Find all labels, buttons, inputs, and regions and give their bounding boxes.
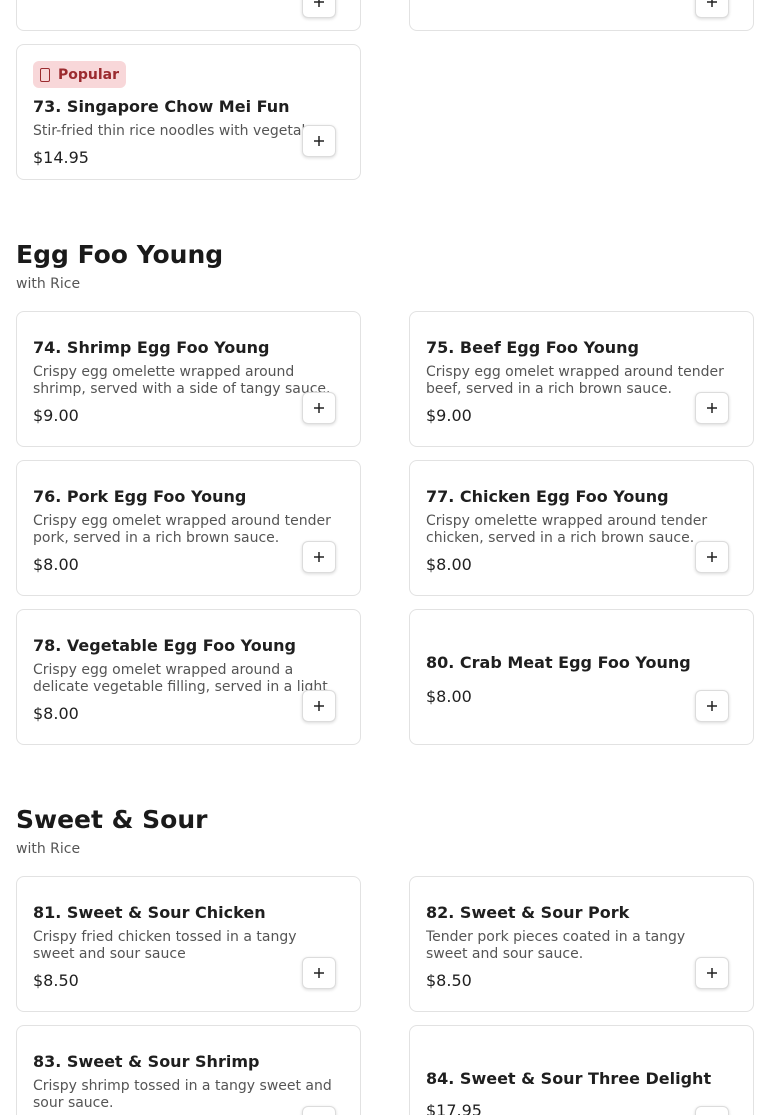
menu-item-card[interactable]: 83. Sweet & Sour Shrimp Crispy shrimp to… [16, 1025, 361, 1115]
item-description: Crispy omelette wrapped around tender ch… [426, 513, 708, 546]
item-price: $17.95 [426, 1101, 482, 1115]
menu-item-card-partial[interactable] [16, 0, 361, 31]
plus-icon [314, 701, 324, 711]
item-description: Stir-fried thin rice noodles with vegeta… [33, 123, 305, 139]
item-price: $8.00 [426, 687, 472, 706]
plus-icon [314, 968, 324, 978]
item-price: $9.00 [33, 406, 79, 425]
item-name: 73. Singapore Chow Mei Fun [33, 97, 290, 116]
item-name: 74. Shrimp Egg Foo Young [33, 338, 270, 357]
add-to-cart-button[interactable] [695, 0, 729, 18]
add-to-cart-button[interactable] [302, 541, 336, 573]
item-price: $8.50 [426, 971, 472, 990]
item-name: 77. Chicken Egg Foo Young [426, 487, 669, 506]
item-price: $8.00 [426, 555, 472, 574]
menu-item-card[interactable]: 77. Chicken Egg Foo Young Crispy omelett… [409, 460, 754, 596]
item-name: 81. Sweet & Sour Chicken [33, 903, 266, 922]
item-description: Crispy shrimp tossed in a tangy sweet an… [33, 1078, 332, 1111]
item-description: Crispy egg omelet wrapped around tender … [426, 364, 724, 397]
plus-icon [707, 701, 717, 711]
item-name: 78. Vegetable Egg Foo Young [33, 636, 296, 655]
item-price: $9.00 [426, 406, 472, 425]
add-to-cart-button[interactable] [302, 0, 336, 18]
add-to-cart-button[interactable] [695, 392, 729, 424]
menu-item-card[interactable]: 75. Beef Egg Foo Young Crispy egg omelet… [409, 311, 754, 447]
menu-item-card-partial[interactable] [409, 0, 754, 31]
add-to-cart-button[interactable] [302, 1106, 336, 1115]
menu-item-card[interactable]: 80. Crab Meat Egg Foo Young $8.00 [409, 609, 754, 745]
item-name: 82. Sweet & Sour Pork [426, 903, 630, 922]
add-to-cart-button[interactable] [695, 690, 729, 722]
add-to-cart-button[interactable] [695, 541, 729, 573]
item-price: $8.50 [33, 971, 79, 990]
menu-item-card[interactable]: 74. Shrimp Egg Foo Young Crispy egg omel… [16, 311, 361, 447]
add-to-cart-button[interactable] [302, 125, 336, 157]
add-to-cart-button[interactable] [302, 957, 336, 989]
menu-item-card[interactable]: 82. Sweet & Sour Pork Tender pork pieces… [409, 876, 754, 1012]
plus-icon [707, 403, 717, 413]
item-price: $8.00 [33, 704, 79, 723]
plus-icon [707, 552, 717, 562]
plus-icon [707, 0, 717, 7]
add-to-cart-button[interactable] [695, 957, 729, 989]
item-description: Crispy egg omelet wrapped around tender … [33, 513, 331, 546]
section-title: Sweet & Sour [16, 805, 208, 834]
plus-icon [314, 0, 324, 7]
section-title: Egg Foo Young [16, 240, 224, 269]
item-name: 83. Sweet & Sour Shrimp [33, 1052, 260, 1071]
badge-label: Popular [58, 66, 120, 83]
item-name: 80. Crab Meat Egg Foo Young [426, 653, 691, 672]
item-description: Tender pork pieces coated in a tangy swe… [426, 929, 686, 962]
menu-item-card[interactable]: 78. Vegetable Egg Foo Young Crispy egg o… [16, 609, 361, 745]
item-name: 84. Sweet & Sour Three Delight [426, 1069, 712, 1088]
menu-item-card[interactable]: 81. Sweet & Sour Chicken Crispy fried ch… [16, 876, 361, 1012]
menu-item-card[interactable]: Popular 73. Singapore Chow Mei Fun Stir-… [16, 44, 361, 180]
fire-icon [40, 67, 50, 82]
item-name: 75. Beef Egg Foo Young [426, 338, 639, 357]
add-to-cart-button[interactable] [695, 1106, 729, 1115]
item-description: Crispy egg omelet wrapped around a delic… [33, 662, 328, 695]
item-description: Crispy egg omelette wrapped around shrim… [33, 364, 331, 397]
item-price: $14.95 [33, 148, 89, 167]
section-subtitle: with Rice [16, 276, 81, 292]
section-subtitle: with Rice [16, 841, 81, 857]
item-price: $8.00 [33, 555, 79, 574]
plus-icon [707, 968, 717, 978]
menu-item-card[interactable]: 84. Sweet & Sour Three Delight $17.95 [409, 1025, 754, 1115]
add-to-cart-button[interactable] [302, 392, 336, 424]
plus-icon [314, 552, 324, 562]
popular-badge: Popular [33, 61, 127, 88]
item-description: Crispy fried chicken tossed in a tangy s… [33, 929, 297, 962]
plus-icon [314, 136, 324, 146]
add-to-cart-button[interactable] [302, 690, 336, 722]
plus-icon [314, 403, 324, 413]
item-name: 76. Pork Egg Foo Young [33, 487, 247, 506]
menu-item-card[interactable]: 76. Pork Egg Foo Young Crispy egg omelet… [16, 460, 361, 596]
